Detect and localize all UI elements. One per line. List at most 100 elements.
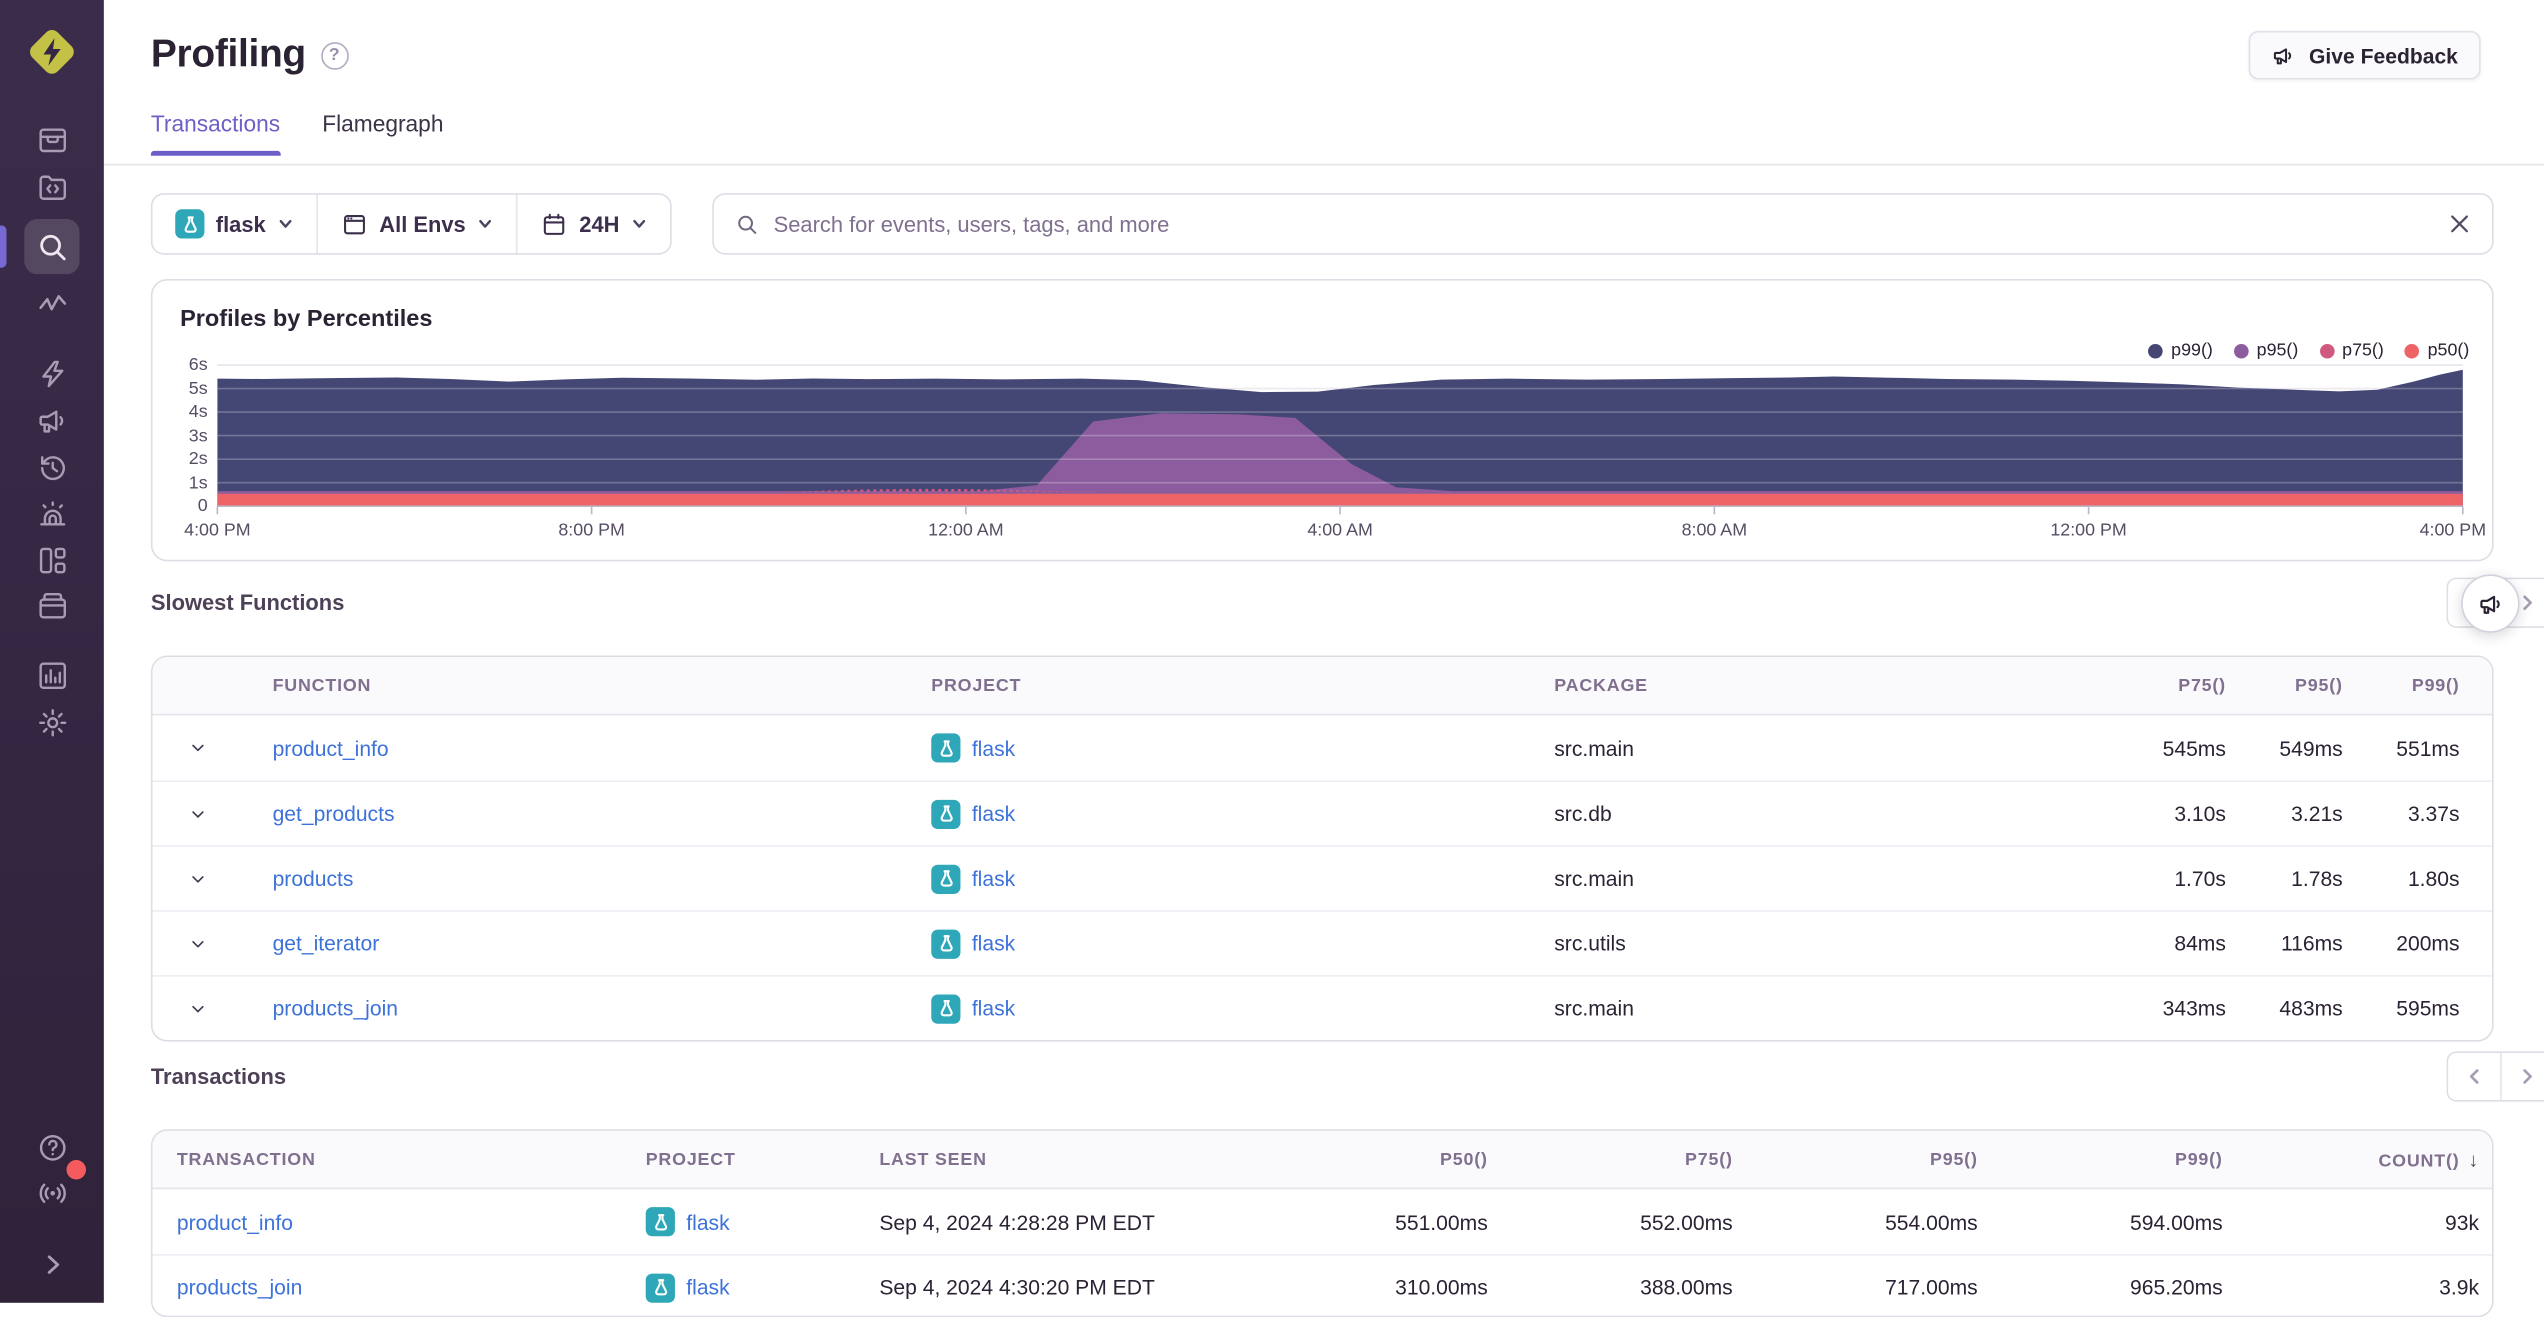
project-link[interactable]: flask bbox=[972, 801, 1015, 825]
project-link[interactable]: flask bbox=[972, 996, 1015, 1020]
legend-item-p75[interactable]: p75() bbox=[2319, 340, 2384, 361]
transaction-link[interactable]: products_join bbox=[177, 1275, 302, 1299]
sidebar-item-releases[interactable] bbox=[24, 578, 79, 633]
tab-flamegraph[interactable]: Flamegraph bbox=[322, 110, 443, 155]
bar-chart-icon bbox=[38, 661, 66, 689]
col-p95[interactable]: P95() bbox=[1733, 1149, 1978, 1168]
x-axis-label: 8:00 AM bbox=[1681, 520, 1748, 541]
col-p75[interactable]: P75() bbox=[2109, 676, 2226, 695]
function-link[interactable]: product_info bbox=[273, 736, 389, 760]
environment-filter[interactable]: All Envs bbox=[316, 194, 516, 254]
tab-transactions[interactable]: Transactions bbox=[150, 110, 280, 156]
p95-cell: 116ms bbox=[2280, 931, 2343, 956]
sidebar-item-explore[interactable] bbox=[24, 219, 80, 275]
megaphone-icon bbox=[2274, 47, 2292, 64]
search-icon bbox=[39, 234, 65, 260]
flask-project-icon bbox=[931, 863, 961, 894]
legend-item-p95[interactable]: p95() bbox=[2233, 341, 2298, 360]
function-cell: get_iterator bbox=[243, 931, 898, 955]
p99-cell: 551ms bbox=[2396, 735, 2460, 761]
give-feedback-button[interactable]: Give Feedback bbox=[2249, 30, 2481, 80]
slowest-functions-table: FUNCTION PROJECT PACKAGE P75() P95() P99() pro… bbox=[150, 655, 2494, 1042]
tab-bar: Transactions Flamegraph bbox=[150, 110, 443, 156]
col-p75[interactable]: P75() bbox=[1488, 1149, 1733, 1168]
expand-row-button[interactable] bbox=[153, 999, 244, 1018]
function-link[interactable]: get_iterator bbox=[273, 931, 380, 955]
org-logo[interactable] bbox=[21, 21, 83, 83]
chevron-down-icon bbox=[192, 940, 204, 947]
sidebar-item-whats-new[interactable] bbox=[24, 1160, 86, 1220]
function-link[interactable]: get_products bbox=[273, 801, 395, 825]
project-link[interactable]: flask bbox=[972, 866, 1015, 890]
legend-label: p75() bbox=[2342, 340, 2384, 361]
sidebar-item-projects[interactable] bbox=[24, 159, 79, 214]
project-link[interactable]: flask bbox=[972, 931, 1015, 955]
function-link[interactable]: products_join bbox=[273, 996, 398, 1020]
table-row: products flask src.main 1.70s 1.78s 1.80s bbox=[152, 845, 2493, 910]
give-feedback-label: Give Feedback bbox=[2309, 42, 2458, 68]
legend-item-p50[interactable]: p50() bbox=[2404, 341, 2469, 360]
col-last-seen: LAST SEEN bbox=[879, 1149, 987, 1169]
legend-dot bbox=[2319, 343, 2335, 358]
clock-rewind-icon bbox=[40, 455, 65, 480]
col-package: PACKAGE bbox=[1554, 675, 1648, 696]
transactions-table: TRANSACTION PROJECT LAST SEEN P50() P75() P95… bbox=[150, 1129, 2494, 1317]
sidebar-item-settings[interactable] bbox=[24, 694, 79, 749]
function-link[interactable]: products bbox=[273, 866, 354, 890]
legend-item-p99[interactable]: p99() bbox=[2148, 340, 2213, 361]
tab-divider bbox=[103, 163, 2544, 166]
col-p99[interactable]: P99() bbox=[2343, 676, 2460, 695]
col-p50[interactable]: P50() bbox=[1243, 1149, 1488, 1168]
project-cell: flask bbox=[899, 863, 1522, 894]
col-count[interactable]: COUNT() ↓ bbox=[2223, 1148, 2479, 1171]
expand-row-button[interactable] bbox=[153, 934, 244, 953]
expand-row-button[interactable] bbox=[153, 804, 244, 823]
chart-legend: p99() p95() p75() p50() bbox=[2148, 341, 2469, 360]
project-link[interactable]: flask bbox=[972, 736, 1015, 760]
function-cell: products_join bbox=[243, 996, 898, 1020]
project-filter[interactable]: flask bbox=[153, 195, 317, 253]
chevron-down-icon bbox=[192, 810, 204, 817]
next-page-button[interactable] bbox=[2500, 1052, 2544, 1100]
table-header-row: FUNCTION PROJECT PACKAGE P75() P95() P99() bbox=[152, 657, 2493, 716]
search-bar bbox=[711, 193, 2494, 255]
date-range-filter[interactable]: 24H bbox=[516, 194, 670, 254]
page-help-icon[interactable]: ? bbox=[320, 41, 349, 69]
clear-search-icon[interactable] bbox=[2448, 213, 2471, 236]
chevron-down-icon bbox=[192, 875, 204, 882]
legend-dot bbox=[2404, 343, 2420, 358]
sidebar-item-traces[interactable] bbox=[24, 276, 79, 331]
chart-title: Profiles by Percentiles bbox=[180, 306, 433, 333]
sidebar bbox=[0, 0, 104, 1303]
project-filter-label: flask bbox=[215, 211, 266, 237]
chevron-down-icon bbox=[479, 219, 492, 228]
expand-row-button[interactable] bbox=[153, 869, 244, 888]
col-function: FUNCTION bbox=[272, 675, 372, 696]
col-p99[interactable]: P99() bbox=[1978, 1149, 2223, 1168]
profiles-by-percentiles-panel: Profiles by Percentiles p99() p95() p75() p… bbox=[150, 279, 2494, 562]
zigzag-trace-icon bbox=[38, 294, 66, 310]
transaction-link[interactable]: product_info bbox=[177, 1209, 293, 1233]
prev-page-button[interactable] bbox=[2448, 1052, 2501, 1100]
last-seen-cell: Sep 4, 2024 4:28:28 PM EDT bbox=[879, 1209, 1155, 1234]
col-p95[interactable]: P95() bbox=[2226, 676, 2343, 695]
p95-cell: 1.78s bbox=[2291, 866, 2343, 891]
project-cell: flask bbox=[899, 733, 1522, 763]
chart-canvas bbox=[216, 364, 2464, 515]
feedback-fab[interactable] bbox=[2461, 574, 2520, 633]
flask-project-icon bbox=[645, 1207, 675, 1237]
search-input[interactable] bbox=[773, 211, 2434, 237]
project-link[interactable]: flask bbox=[686, 1275, 729, 1299]
notification-dot bbox=[66, 1160, 86, 1180]
package-cell: src.db bbox=[1554, 801, 1612, 826]
col-transaction: TRANSACTION bbox=[176, 1149, 316, 1169]
package-cell: src.main bbox=[1554, 996, 1634, 1021]
chevron-right-icon bbox=[46, 1254, 59, 1274]
sidebar-collapse-toggle[interactable] bbox=[24, 1236, 79, 1291]
project-link[interactable]: flask bbox=[686, 1209, 729, 1233]
megaphone-icon bbox=[38, 409, 63, 432]
expand-row-button[interactable] bbox=[153, 738, 244, 757]
transaction-cell: products_join bbox=[177, 1275, 646, 1299]
org-logo-icon bbox=[30, 30, 74, 74]
legend-label: p99() bbox=[2171, 340, 2213, 361]
